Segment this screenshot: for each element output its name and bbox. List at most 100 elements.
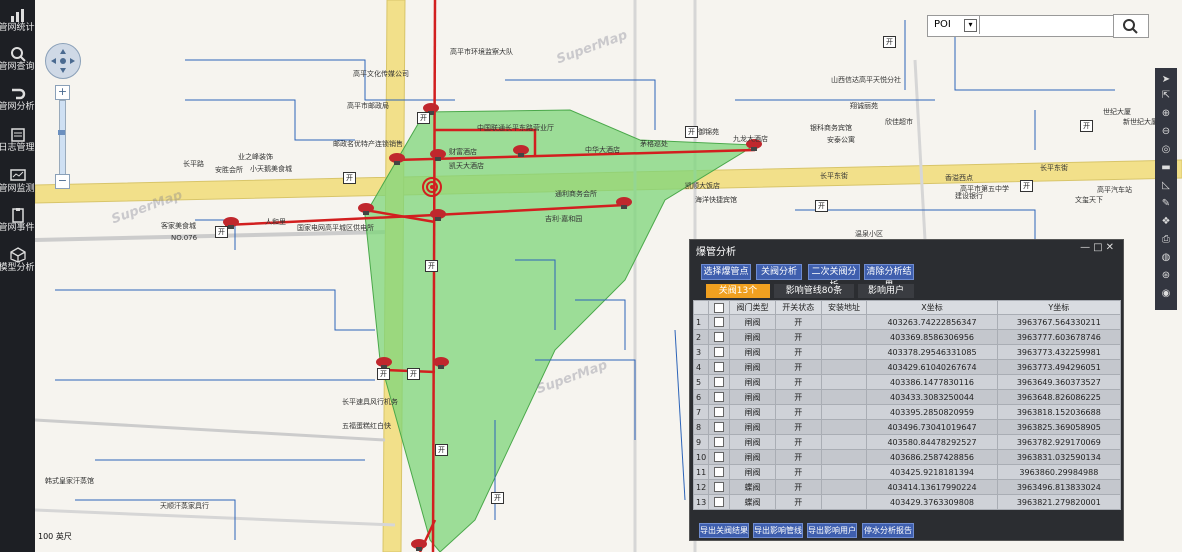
row-select-checkbox[interactable] [714,482,725,492]
switch-marker: 开 [407,368,420,380]
valve-marker[interactable] [512,144,530,158]
valve-state: 开 [774,359,822,375]
map-label: 御锦苑 [698,128,719,136]
print-icon[interactable]: ⎙ [1158,232,1174,248]
row-select-checkbox[interactable] [714,332,725,342]
export-pipes-button[interactable]: 导出影响管线 [753,523,803,538]
row-index: 10 [692,449,710,465]
select-arrow-icon[interactable]: ➤ [1158,72,1174,88]
row-select-checkbox[interactable] [714,452,725,462]
table-row[interactable]: 1 闸阀开 403263.74222856347 3963767.564330211 [692,314,1122,330]
row-select-checkbox[interactable] [714,497,725,507]
eraser-icon[interactable]: ✎ [1158,196,1174,212]
pointer-select-icon[interactable]: ⇱ [1158,88,1174,104]
zoom-slider-handle[interactable] [58,130,65,135]
install-address [820,479,868,495]
pan-control[interactable] [45,43,81,79]
map-label: 新世纪大厦 [1123,118,1158,126]
zoom-out-button[interactable]: − [55,174,70,189]
table-row[interactable]: 4 闸阀开 403429.61040267674 3963773.494296051 [692,359,1122,375]
burst-point-marker[interactable] [422,177,442,197]
measure-icon[interactable]: ◺ [1158,178,1174,194]
valve-state: 开 [774,389,822,405]
valve-type: 闸阀 [729,419,776,435]
zoom-out-icon[interactable]: ⊖ [1158,124,1174,140]
valve-marker[interactable] [410,538,428,552]
row-select-checkbox[interactable] [714,377,725,387]
poi-select-value: POI [934,19,951,30]
sidebar-item-model[interactable]: 模型分析 [0,244,35,282]
row-select-checkbox[interactable] [714,317,725,327]
table-row[interactable]: 11 闸阀开 403425.9218181394 3963860.29984988 [692,464,1122,480]
table-row[interactable]: 12 蝶阀开 403414.13617990224 3963496.813833024 [692,479,1122,495]
row-select-checkbox[interactable] [714,392,725,402]
poi-category-select[interactable]: POI ▾ [928,16,980,34]
close-valve-analysis-button[interactable]: 关阀分析 [756,264,802,280]
y-coordinate: 3963782.929170069 [996,434,1122,450]
valve-state: 开 [774,344,822,360]
select-burst-point-button[interactable]: 选择爆管点 [701,264,751,280]
sidebar-item-analysis[interactable]: 管网分析 [0,83,35,121]
water-outage-report-button[interactable]: 停水分析报告 [862,523,914,538]
row-select-checkbox[interactable] [714,422,725,432]
valve-marker[interactable] [615,196,633,210]
select-all-checkbox[interactable] [714,302,725,313]
clear-results-button[interactable]: 清除分析结果 [864,264,914,291]
sidebar-item-events[interactable]: 管网事件 [0,204,35,242]
column-header: 安装地址 [820,300,868,315]
sidebar-item-label: 模型分析 [0,263,35,273]
globe-grid-icon[interactable]: ⊛ [1158,268,1174,284]
second-close-valve-button[interactable]: 二次关阀分析 [808,264,860,291]
sidebar-item-monitor[interactable]: 管网监测 [0,165,35,203]
row-select-checkbox[interactable] [714,437,725,447]
table-row[interactable]: 3 闸阀开 403378.29546331085 3963773.432259981 [692,344,1122,360]
valve-marker[interactable] [357,202,375,216]
window-controls[interactable]: —□✕ [1080,242,1117,253]
table-row[interactable]: 2 闸阀开 403369.8586306956 3963777.603678746 [692,329,1122,345]
row-checkbox [708,419,731,435]
globe-icon[interactable]: ◍ [1158,250,1174,266]
tab-affected-pipes[interactable]: 影响管线80条 [774,284,854,298]
valve-state: 开 [774,479,822,495]
row-select-checkbox[interactable] [714,407,725,417]
zoom-in-button[interactable]: + [55,85,70,100]
sidebar-item-log[interactable]: 日志管理 [0,124,35,162]
zoom-slider[interactable] [59,100,66,176]
row-select-checkbox[interactable] [714,347,725,357]
valve-type: 蝶阀 [729,494,776,510]
table-row[interactable]: 7 闸阀开 403395.2850820959 3963818.152036688 [692,404,1122,420]
sidebar-item-stats[interactable]: 管网统计 [0,4,35,42]
install-address [820,419,868,435]
tab-close-valves[interactable]: 关阀13个 [706,284,770,298]
map-label: 高平市第五中学 [960,185,1009,193]
valve-marker[interactable] [429,208,447,222]
world-icon[interactable]: ◉ [1158,286,1174,302]
zoom-in-icon[interactable]: ⊕ [1158,106,1174,122]
clear-icon[interactable]: ▬ [1158,160,1174,176]
valve-marker[interactable] [388,152,406,166]
row-checkbox [708,479,731,495]
valve-state: 开 [774,419,822,435]
full-extent-icon[interactable]: ◎ [1158,142,1174,158]
row-index: 5 [692,374,710,390]
layers-icon[interactable]: ❖ [1158,214,1174,230]
poi-search-box: POI ▾ [927,15,1115,37]
valve-marker[interactable] [429,148,447,162]
table-row[interactable]: 9 闸阀开 403580.84478292527 3963782.929170069 [692,434,1122,450]
table-row[interactable]: 5 闸阀开 403386.1477830116 3963649.360373527 [692,374,1122,390]
map-label: 香溢西点 [945,174,973,182]
export-valves-button[interactable]: 导出关阀结果 [699,523,749,538]
sidebar-item-query[interactable]: 管网查询 [0,43,35,81]
tab-affected-users[interactable]: 影响用户 [858,284,914,298]
table-row[interactable]: 13 蝶阀开 403429.3763309808 3963821.279820001 [692,494,1122,510]
poi-search-button[interactable] [1113,14,1149,38]
table-row[interactable]: 8 闸阀开 403496.73041019647 3963825.369058905 [692,419,1122,435]
poi-search-input[interactable] [982,17,1114,34]
row-select-checkbox[interactable] [714,362,725,372]
table-row[interactable]: 6 闸阀开 403433.3083250044 3963648.826086225 [692,389,1122,405]
row-select-checkbox[interactable] [714,467,725,477]
switch-marker: 开 [1020,180,1033,192]
valve-marker[interactable] [432,356,450,370]
table-row[interactable]: 10 闸阀开 403686.2587428856 3963831.032590134 [692,449,1122,465]
export-users-button[interactable]: 导出影响用户 [807,523,857,538]
